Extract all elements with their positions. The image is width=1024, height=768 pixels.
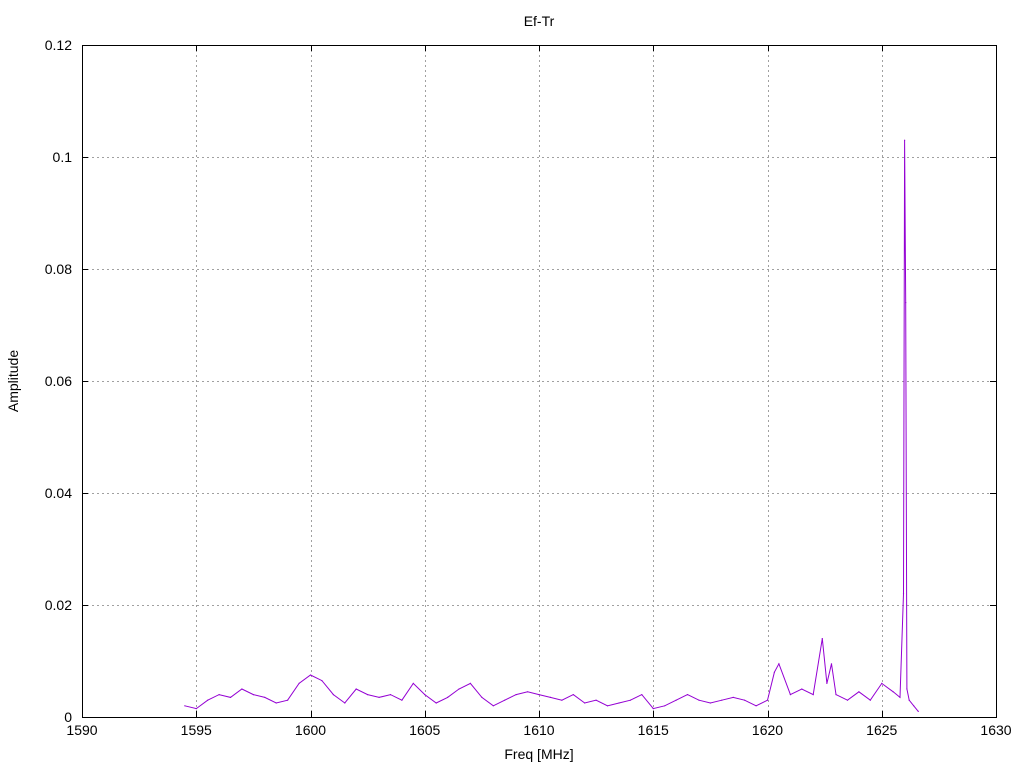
- data-point: [195, 708, 197, 710]
- data-point: [332, 694, 334, 696]
- data-point: [412, 682, 414, 685]
- data-point: [766, 699, 769, 701]
- data-point: [309, 674, 312, 676]
- data-point: [908, 699, 910, 701]
- data-point: [435, 702, 437, 704]
- data-point: [652, 708, 654, 710]
- x-tick-label: 1620: [752, 722, 783, 738]
- data-point: [481, 696, 483, 699]
- data-point: [664, 705, 666, 707]
- x-tick-label: 1625: [866, 722, 897, 738]
- data-point: [902, 593, 905, 595]
- y-tick-label: 0.04: [45, 485, 72, 501]
- data-point: [572, 694, 574, 696]
- data-point: [899, 696, 901, 699]
- data-point: [778, 663, 780, 665]
- y-tick-label: 0: [64, 709, 72, 725]
- x-tick-label: 1600: [295, 722, 326, 738]
- data-point: [869, 699, 871, 701]
- data-point: [913, 705, 915, 707]
- data-point: [504, 699, 506, 701]
- data-point: [835, 694, 837, 696]
- series-line: [184, 140, 919, 712]
- data-point: [906, 688, 908, 690]
- y-tick-labels: 0 0.02 0.04 0.06 0.08 0.1 0.12: [45, 37, 72, 725]
- data-point: [275, 702, 277, 704]
- data-point: [241, 688, 243, 690]
- data-point: [287, 699, 289, 701]
- data-point: [355, 688, 357, 690]
- chart-title: Ef-Tr: [524, 13, 555, 29]
- data-point: [744, 699, 746, 701]
- data-point: [367, 694, 369, 696]
- data-point: [709, 702, 712, 704]
- data-point: [549, 696, 552, 699]
- x-tick-label: 1605: [409, 722, 440, 738]
- data-point: [298, 682, 300, 685]
- data-point: [846, 699, 849, 701]
- y-tick-label: 0.1: [53, 149, 73, 165]
- data-point: [821, 638, 823, 640]
- grid-lines: [82, 45, 996, 717]
- x-axis-label: Freq [MHz]: [504, 746, 573, 762]
- x-tick-label: 1595: [181, 722, 212, 738]
- data-point: [881, 682, 883, 685]
- data-point: [904, 139, 906, 141]
- data-point: [618, 702, 620, 704]
- data-point: [538, 694, 540, 696]
- data-point: [252, 694, 254, 696]
- data-point: [595, 699, 597, 701]
- data-point: [492, 705, 494, 707]
- data-point: [424, 694, 426, 696]
- data-point: [378, 696, 380, 699]
- data-point: [812, 694, 814, 696]
- data-point: [344, 702, 346, 704]
- data-point: [905, 302, 907, 304]
- data-point: [207, 699, 209, 701]
- y-tick-label: 0.12: [45, 37, 72, 53]
- data-point: [892, 691, 894, 693]
- data-point: [606, 705, 609, 707]
- data-point: [858, 691, 860, 693]
- data-point: [830, 663, 833, 665]
- data-point: [401, 699, 403, 701]
- data-point: [584, 702, 586, 704]
- data-point: [447, 696, 449, 699]
- data-point: [629, 699, 632, 701]
- data-point: [801, 688, 803, 690]
- data-point: [218, 694, 220, 696]
- x-tick-labels: 1590 1595 1600 1605 1610 1615 1620 1625 1630: [66, 722, 1011, 738]
- y-axis-label: Amplitude: [5, 350, 21, 412]
- y-tick-label: 0.06: [45, 373, 72, 389]
- series-layer: [184, 139, 919, 713]
- data-point: [917, 710, 919, 713]
- data-point: [561, 699, 563, 701]
- data-point: [686, 694, 689, 696]
- data-point: [458, 688, 460, 690]
- data-point: [184, 705, 186, 707]
- data-point: [264, 696, 266, 699]
- chart: Ef-Tr 1590 1595 1600 1605 1610 1615 1620 1625 16…: [5, 13, 1012, 762]
- y-tick-label: 0.02: [45, 597, 72, 613]
- data-point: [321, 680, 323, 682]
- x-tick-label: 1610: [523, 722, 554, 738]
- data-point: [732, 696, 734, 699]
- data-point: [755, 705, 757, 707]
- x-tick-label: 1615: [638, 722, 669, 738]
- data-point: [826, 682, 828, 685]
- data-point: [675, 699, 677, 701]
- data-point: [469, 682, 471, 685]
- x-tick-label: 1630: [980, 722, 1011, 738]
- data-point: [698, 699, 700, 701]
- data-point: [515, 694, 517, 696]
- data-point: [389, 694, 392, 696]
- data-point: [641, 694, 643, 696]
- data-point: [773, 671, 776, 673]
- data-point: [721, 699, 723, 701]
- y-tick-label: 0.08: [45, 261, 72, 277]
- data-point: [229, 696, 232, 699]
- data-point: [527, 691, 529, 693]
- data-point: [789, 694, 792, 696]
